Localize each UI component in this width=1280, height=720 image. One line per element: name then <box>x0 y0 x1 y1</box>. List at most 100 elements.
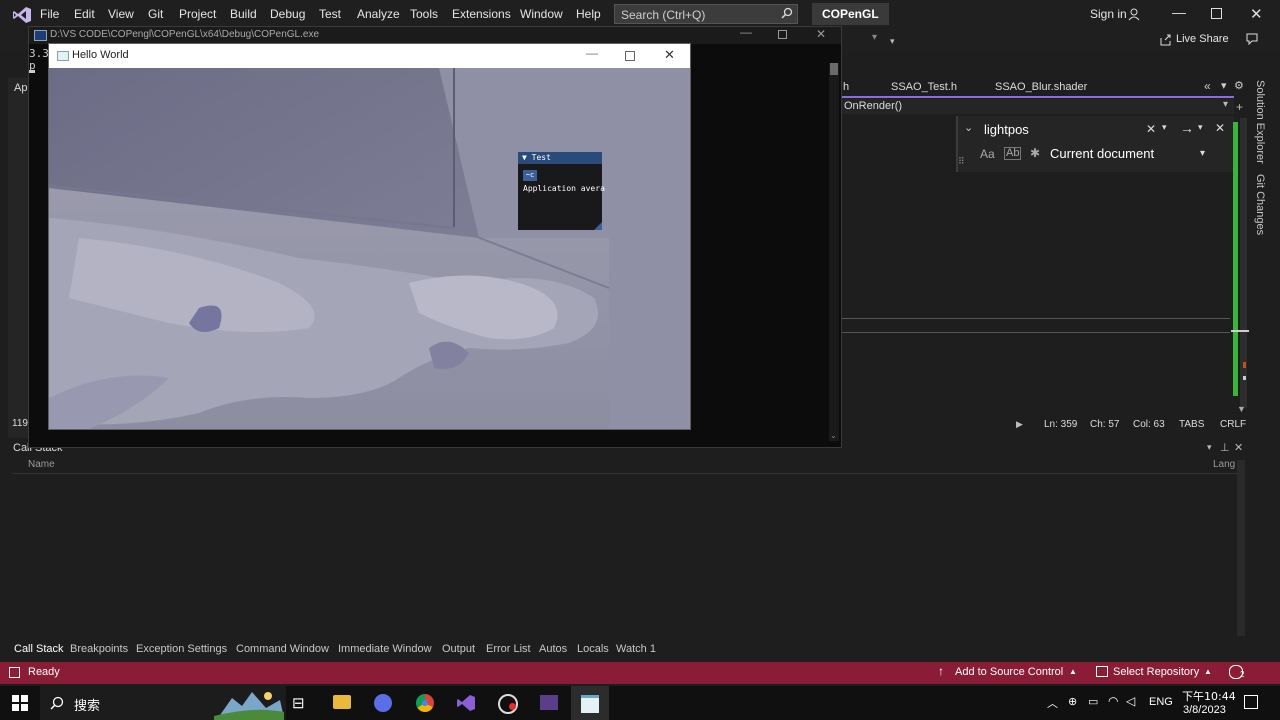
menu-window[interactable]: Window <box>520 7 563 21</box>
menu-tools[interactable]: Tools <box>410 7 438 21</box>
column-header-lang[interactable]: Lang <box>1213 459 1235 470</box>
tab-call-stack[interactable]: Call Stack <box>14 643 64 655</box>
search-history-icon[interactable]: ▾ <box>1162 122 1167 133</box>
active-taskbar-item[interactable] <box>571 686 609 720</box>
tab-command-window[interactable]: Command Window <box>236 643 329 655</box>
match-case-icon[interactable]: Aa <box>980 147 995 161</box>
sign-in-link[interactable]: Sign in <box>1090 7 1127 21</box>
tray-app-icon[interactable]: ⊕ <box>1068 695 1077 708</box>
account-icon[interactable] <box>1128 7 1142 21</box>
windows-start-icon[interactable] <box>12 695 28 711</box>
hello-maximize-icon[interactable] <box>625 51 635 61</box>
media-app-icon[interactable] <box>374 694 392 712</box>
menu-analyze[interactable]: Analyze <box>357 7 400 21</box>
notification-center-icon[interactable] <box>1244 695 1258 709</box>
tab-scroll-icon[interactable]: « <box>1204 79 1211 93</box>
battery-icon[interactable]: ▭ <box>1088 695 1098 708</box>
menu-test[interactable]: Test <box>319 7 341 21</box>
console-minimize-icon[interactable]: — <box>740 25 752 39</box>
scroll-down-icon[interactable]: ▼ <box>1237 404 1246 414</box>
console-scroll-down-icon[interactable]: ⌄ <box>830 431 837 440</box>
hello-minimize-icon[interactable]: — <box>586 46 598 60</box>
column-header-name[interactable]: Name <box>28 459 55 470</box>
hello-world-window[interactable]: Hello World — ✕ ▼ Test ~c Application av… <box>48 43 691 430</box>
menu-help[interactable]: Help <box>576 7 601 21</box>
close-find-icon[interactable]: ✕ <box>1215 121 1225 135</box>
toolbar-dropdown-icon[interactable]: ▾ <box>872 32 877 43</box>
solution-explorer-tab[interactable]: Solution Explorer <box>1254 80 1266 164</box>
clock-time[interactable]: 下午10:44 <box>1182 688 1236 704</box>
visual-studio-logo-icon[interactable] <box>12 6 32 24</box>
gear-icon[interactable]: ⚙ <box>1234 79 1244 92</box>
tab-error-list[interactable]: Error List <box>486 643 531 655</box>
hello-close-icon[interactable]: ✕ <box>664 47 675 63</box>
find-input[interactable]: lightpos <box>984 122 1029 137</box>
volume-icon[interactable]: ◁ <box>1126 694 1135 708</box>
function-dropdown[interactable]: OnRender() ▾ <box>840 99 1234 114</box>
resize-grip-icon[interactable]: ⠿ <box>958 156 965 167</box>
tab-autos[interactable]: Autos <box>539 643 567 655</box>
close-panel-icon[interactable]: ✕ <box>1234 441 1243 454</box>
imgui-button[interactable]: ~c <box>523 170 537 181</box>
maximize-icon[interactable] <box>1211 8 1222 19</box>
scroll-right-icon[interactable]: ▶ <box>1016 419 1023 430</box>
console-app-icon[interactable] <box>540 695 558 710</box>
file-explorer-icon[interactable] <box>333 695 351 709</box>
imgui-title-bar[interactable]: ▼ Test <box>518 152 602 164</box>
indent-indicator[interactable]: TABS <box>1179 419 1204 430</box>
search-input[interactable]: Search (Ctrl+Q) <box>614 4 798 24</box>
call-stack-scrollbar[interactable] <box>1237 460 1245 636</box>
language-indicator[interactable]: ENG <box>1149 696 1173 708</box>
menu-build[interactable]: Build <box>230 7 257 21</box>
console-titlebar[interactable]: D:\VS CODE\COPengl\COPenGL\x64\Debug\COP… <box>29 25 841 44</box>
menu-view[interactable]: View <box>108 7 134 21</box>
line-indicator[interactable]: Ln: 359 <box>1044 419 1077 430</box>
render-viewport[interactable]: ▼ Test ~c Application avera <box>49 68 690 429</box>
console-scrollbar[interactable]: ⌄ <box>829 63 839 441</box>
search-scope-dropdown[interactable]: Current document <box>1050 146 1154 161</box>
left-tab-label[interactable]: Ap <box>14 82 27 94</box>
live-share-button[interactable]: Live Share <box>1176 33 1229 45</box>
wifi-icon[interactable]: ◠ <box>1108 694 1118 708</box>
tab-exception-settings[interactable]: Exception Settings <box>136 643 227 655</box>
split-editor-icon[interactable]: + <box>1236 100 1243 114</box>
tab-breakpoints[interactable]: Breakpoints <box>70 643 128 655</box>
tab-locals[interactable]: Locals <box>577 643 609 655</box>
tab-output[interactable]: Output <box>442 643 475 655</box>
menu-project[interactable]: Project <box>179 7 216 21</box>
imgui-test-panel[interactable]: ▼ Test ~c Application avera <box>518 152 605 230</box>
char-indicator[interactable]: Ch: 57 <box>1090 419 1119 430</box>
imgui-resize-grip-icon[interactable] <box>594 222 602 230</box>
col-indicator[interactable]: Col: 63 <box>1133 419 1165 430</box>
task-view-icon[interactable]: ⊟ <box>292 694 305 712</box>
git-changes-tab[interactable]: Git Changes <box>1254 174 1266 235</box>
feedback-icon[interactable] <box>1245 32 1259 46</box>
menu-extensions[interactable]: Extensions <box>452 7 511 21</box>
console-close-icon[interactable]: ✕ <box>816 27 826 41</box>
minimize-icon[interactable]: — <box>1172 4 1186 20</box>
taskbar-search-box[interactable]: 搜索 <box>40 686 286 720</box>
tab-list-icon[interactable]: ▾ <box>1221 79 1227 92</box>
visual-studio-taskbar-icon[interactable] <box>456 694 476 712</box>
match-word-icon[interactable]: Ab <box>1004 147 1022 160</box>
tab-ssao-blur[interactable]: SSAO_Blur.shader <box>995 81 1087 93</box>
clear-search-icon[interactable]: ✕ <box>1146 122 1156 136</box>
tray-overflow-icon[interactable]: ︿ <box>1047 695 1058 711</box>
line-ending-indicator[interactable]: CRLF <box>1220 419 1246 430</box>
menu-file[interactable]: File <box>40 7 59 21</box>
add-to-source-control-button[interactable]: Add to Source Control <box>955 666 1063 678</box>
close-icon[interactable]: ✕ <box>1250 5 1263 23</box>
menu-edit[interactable]: Edit <box>74 7 95 21</box>
find-next-icon[interactable]: → <box>1180 120 1194 136</box>
console-scroll-thumb[interactable] <box>830 63 838 75</box>
menu-debug[interactable]: Debug <box>270 7 305 21</box>
console-maximize-icon[interactable] <box>778 30 787 39</box>
toolbar-overflow-icon[interactable]: ▾ <box>890 36 895 47</box>
tab-h[interactable]: h <box>843 81 849 93</box>
regex-icon[interactable]: ✱ <box>1030 146 1040 160</box>
find-options-icon[interactable]: ▾ <box>1198 122 1203 133</box>
menu-git[interactable]: Git <box>148 7 163 21</box>
tab-watch-1[interactable]: Watch 1 <box>616 643 656 655</box>
clock-date[interactable]: 3/8/2023 <box>1183 704 1226 716</box>
tab-immediate-window[interactable]: Immediate Window <box>338 643 432 655</box>
